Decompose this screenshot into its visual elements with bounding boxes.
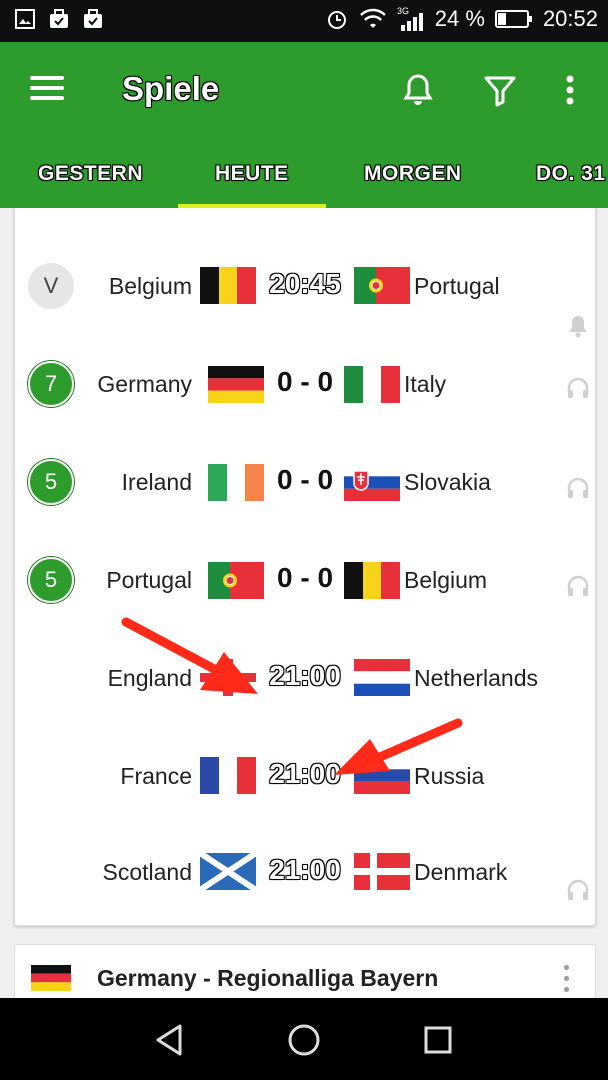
status-bar: 3G 24 % 20:52: [0, 0, 608, 42]
away-team: Denmark: [414, 859, 508, 885]
away-team: Belgium: [404, 567, 488, 593]
home-team: Scotland: [102, 859, 192, 885]
denmark-flag-icon: [354, 853, 410, 890]
more-options-icon[interactable]: [552, 70, 588, 110]
score: 0 - 0: [276, 366, 334, 397]
home-team: Portugal: [106, 567, 192, 593]
match-status-badge: 7: [28, 361, 74, 407]
home-team: Ireland: [121, 469, 192, 495]
menu-icon[interactable]: [30, 74, 66, 102]
notifications-bell-icon[interactable]: [398, 70, 438, 110]
ireland-flag-icon: [208, 464, 264, 501]
signal-icon: 3G: [397, 6, 423, 31]
match-row[interactable]: 7 Germany 0 - 0 Italy: [15, 316, 595, 433]
france-flag-icon: [200, 757, 256, 794]
germany-flag-icon: [208, 366, 264, 403]
score: 0 - 0: [276, 464, 334, 495]
annotation-arrow: [334, 718, 463, 775]
match-status-badge: 5: [28, 557, 74, 603]
score: 0 - 0: [276, 562, 334, 593]
home-team: Belgium: [108, 273, 192, 299]
portugal-flag-icon: [208, 562, 264, 599]
league-header-card[interactable]: Germany - Regionalliga Bayern: [14, 944, 596, 998]
gallery-notification-icon: [15, 9, 35, 29]
portugal-flag-icon: [354, 267, 410, 304]
tab-thursday[interactable]: DO. 31: [536, 162, 606, 186]
bell-icon[interactable]: [565, 313, 591, 339]
home-team: Germany: [97, 371, 192, 397]
battery-icon: [494, 10, 532, 28]
annotation-arrow: [121, 617, 258, 694]
league-options-icon[interactable]: [561, 965, 571, 995]
day-tabs: GESTERN HEUTE MORGEN DO. 31: [0, 154, 608, 208]
headphones-icon[interactable]: [565, 573, 591, 599]
match-status-badge: V: [28, 263, 74, 309]
home-team: France: [120, 763, 192, 789]
kickoff-time: 21:00: [269, 660, 341, 691]
battery-percent: 24 %: [434, 6, 485, 31]
away-team: Netherlands: [414, 665, 539, 691]
clock: 20:52: [542, 6, 598, 31]
headphones-icon[interactable]: [565, 375, 591, 401]
belgium-flag-icon: [200, 267, 256, 304]
match-row[interactable]: V Belgium 20:45 Portugal: [15, 237, 595, 335]
kickoff-time: 21:00: [269, 854, 341, 885]
svg-text:3G: 3G: [397, 6, 409, 16]
back-icon[interactable]: [150, 1020, 190, 1060]
recents-icon[interactable]: [418, 1020, 458, 1060]
tab-today[interactable]: HEUTE: [215, 162, 289, 186]
belgium-flag-icon: [344, 562, 400, 599]
tab-yesterday[interactable]: GESTERN: [38, 162, 143, 186]
match-row[interactable]: France 21:00 Russia: [15, 727, 595, 825]
work-notification-icon: [84, 9, 102, 28]
kickoff-time: 20:45: [269, 268, 341, 299]
home-icon[interactable]: [284, 1020, 324, 1060]
away-team: Italy: [404, 371, 447, 397]
match-row[interactable]: 5 Portugal 0 - 0 Belgium: [15, 531, 595, 629]
slovakia-flag-icon: [344, 464, 400, 501]
match-status-badge: 5: [28, 459, 74, 505]
match-row[interactable]: 5 Ireland 0 - 0 Slovakia: [15, 433, 595, 531]
germany-flag-icon: [31, 965, 71, 991]
match-list[interactable]: V Belgium 20:45 Portugal 7 Germany 0 - 0…: [0, 208, 608, 998]
away-team: Slovakia: [404, 469, 491, 495]
match-row[interactable]: Scotland 21:00 Denmark: [15, 825, 595, 923]
filter-icon[interactable]: [480, 70, 520, 110]
league-name: Germany - Regionalliga Bayern: [97, 965, 439, 991]
match-row[interactable]: England 21:00 Netherlands: [15, 629, 595, 727]
headphones-icon[interactable]: [565, 475, 591, 501]
alarm-icon: [327, 11, 346, 29]
work-notification-icon: [50, 9, 68, 28]
away-team: Portugal: [414, 273, 500, 299]
tab-tomorrow[interactable]: MORGEN: [364, 162, 462, 186]
league-card: V Belgium 20:45 Portugal 7 Germany 0 - 0…: [14, 208, 596, 926]
page-title: Spiele: [122, 70, 220, 107]
netherlands-flag-icon: [354, 659, 410, 696]
italy-flag-icon: [344, 366, 400, 403]
system-nav-bar: [0, 998, 608, 1080]
app-bar: Spiele GESTERN HEUTE MORGEN DO. 31: [0, 42, 608, 208]
headphones-icon[interactable]: [565, 877, 591, 903]
wifi-icon: [359, 8, 386, 28]
scotland-flag-icon: [200, 853, 256, 890]
